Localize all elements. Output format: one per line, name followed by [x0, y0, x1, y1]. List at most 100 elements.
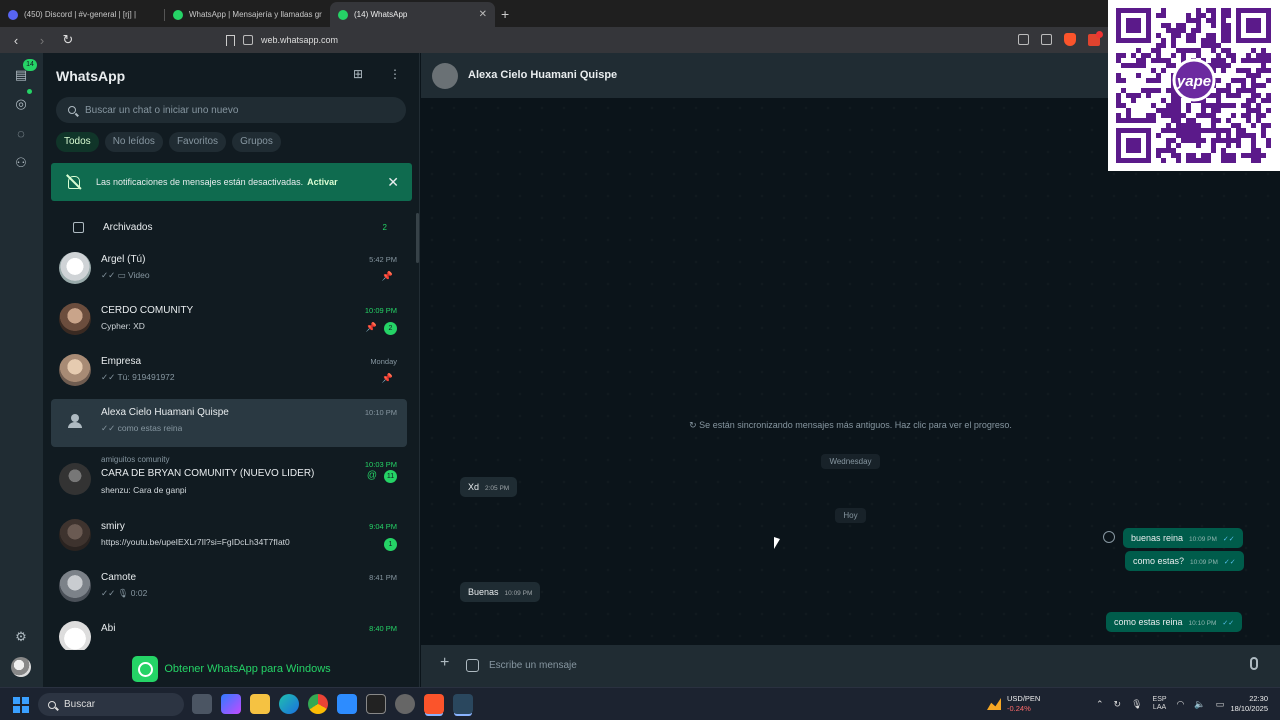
- volume-icon[interactable]: 🔈: [1194, 699, 1205, 710]
- chat-row-selected[interactable]: Alexa Cielo Huamani Quispe ✓✓ como estas…: [51, 399, 407, 447]
- chat-name: Argel (Tú): [101, 254, 146, 265]
- avatar: [59, 405, 91, 437]
- chat-row[interactable]: Empresa ✓✓ Tú: 919491972 Monday 📌: [51, 348, 407, 396]
- qr-module: [1126, 93, 1131, 98]
- reload-icon[interactable]: ↻: [60, 32, 76, 48]
- filter-unread[interactable]: No leídos: [104, 132, 163, 152]
- search-input[interactable]: Buscar un chat o iniciar uno nuevo: [56, 97, 406, 123]
- brave-browser-icon[interactable]: [424, 694, 444, 714]
- message-outgoing[interactable]: como estas reina 10:10 PM ✓✓: [1106, 612, 1243, 632]
- menu-icon[interactable]: ⋮: [389, 67, 401, 81]
- share-icon[interactable]: [1041, 34, 1052, 45]
- message-input[interactable]: Escribe un mensaje: [489, 656, 1249, 676]
- status-icon[interactable]: ◎: [13, 96, 29, 112]
- copilot-icon[interactable]: [221, 694, 241, 714]
- contact-avatar[interactable]: [432, 63, 458, 89]
- show-hidden-icons-icon[interactable]: ⌃: [1096, 699, 1104, 710]
- qr-module: [1246, 108, 1251, 113]
- message-outgoing[interactable]: buenas reina 10:09 PM ✓✓: [1123, 528, 1243, 548]
- sticker-icon[interactable]: [466, 659, 479, 672]
- file-explorer-icon[interactable]: [250, 694, 270, 714]
- settings-icon[interactable]: ⚙: [13, 629, 29, 645]
- terminal-icon[interactable]: [366, 694, 386, 714]
- microphone-icon[interactable]: [1250, 657, 1258, 670]
- profile-avatar[interactable]: [11, 657, 31, 677]
- chat-name: Alexa Cielo Huamani Quispe: [101, 407, 229, 418]
- system-tray: ⌃ ↻ 🎙 ESP LAA ◠ 🔈 ▭: [1096, 696, 1224, 712]
- task-view-icon[interactable]: [192, 694, 212, 714]
- qr-module: [1171, 153, 1176, 158]
- taskbar-search[interactable]: Buscar: [38, 693, 184, 716]
- emoji-reaction-icon[interactable]: [1103, 531, 1115, 543]
- qr-module: [1176, 28, 1181, 33]
- qr-module: [1141, 118, 1146, 123]
- currency-widget[interactable]: USD/PEN -0.24%: [987, 694, 1040, 714]
- brave-rewards-icon[interactable]: [1088, 30, 1103, 46]
- attach-icon[interactable]: +: [440, 654, 449, 672]
- close-icon[interactable]: ✕: [387, 174, 399, 191]
- new-chat-icon[interactable]: ⊞: [353, 67, 363, 81]
- tab-whatsapp-web[interactable]: (14) WhatsApp ✕: [330, 2, 495, 27]
- settings-app-icon[interactable]: [395, 694, 415, 714]
- qr-module: [1231, 53, 1236, 58]
- address-bar[interactable]: web.whatsapp.com: [226, 34, 338, 46]
- filter-all[interactable]: Todos: [56, 132, 99, 152]
- message-incoming[interactable]: Buenas 10:09 PM: [460, 582, 541, 602]
- qr-module: [1151, 88, 1156, 93]
- chat-row[interactable]: amiguitos comunity CARA DE BRYAN COMUNIT…: [51, 451, 407, 507]
- message-incoming[interactable]: Xd 2:05 PM: [460, 477, 518, 497]
- contact-name[interactable]: Alexa Cielo Huamani Quispe: [468, 69, 617, 81]
- get-app-label[interactable]: Obtener WhatsApp para Windows: [164, 663, 330, 675]
- archived-row[interactable]: Archivados 2: [43, 213, 419, 241]
- battery-icon[interactable]: ▭: [1216, 699, 1225, 710]
- bookmark-icon[interactable]: [226, 34, 235, 46]
- forward-icon[interactable]: ›: [34, 33, 50, 48]
- site-info-icon[interactable]: [243, 35, 253, 45]
- qr-module: [1196, 18, 1201, 23]
- qr-module: [1206, 158, 1211, 163]
- tab-close-icon[interactable]: ✕: [479, 9, 487, 20]
- communities-icon[interactable]: ⚇: [13, 155, 29, 171]
- chat-name: Camote: [101, 572, 137, 583]
- qr-module: [1226, 33, 1231, 38]
- sync-icon[interactable]: ↻: [1114, 699, 1122, 710]
- qr-module: [1236, 88, 1241, 93]
- filter-favorites[interactable]: Favoritos: [168, 132, 227, 152]
- qr-module: [1156, 133, 1161, 138]
- wifi-icon[interactable]: ◠: [1177, 699, 1185, 710]
- chrome-icon[interactable]: [308, 694, 328, 714]
- search-placeholder[interactable]: Buscar un chat o iniciar uno nuevo: [85, 105, 238, 116]
- sync-notice[interactable]: ↻ Se están sincronizando mensajes más an…: [421, 420, 1280, 431]
- new-tab-button[interactable]: +: [495, 6, 515, 27]
- qr-module: [1231, 58, 1236, 63]
- chat-row[interactable]: Camote ✓✓ 🎙 0:02 8:41 PM: [51, 564, 407, 612]
- back-icon[interactable]: ‹: [8, 33, 24, 48]
- qr-module: [1166, 28, 1171, 33]
- microphone-tray-icon[interactable]: 🎙: [1131, 699, 1142, 710]
- chat-time: 9:04 PM: [369, 522, 397, 531]
- qr-module: [1191, 128, 1196, 133]
- qr-module: [1176, 158, 1181, 163]
- activate-notifications-link[interactable]: Activar: [307, 177, 338, 187]
- filter-groups[interactable]: Grupos: [232, 132, 281, 152]
- cast-icon[interactable]: [1018, 34, 1029, 45]
- windows-start-icon[interactable]: [13, 697, 29, 713]
- get-desktop-app-banner[interactable]: Obtener WhatsApp para Windows: [43, 650, 419, 687]
- tab-whatsapp-landing[interactable]: WhatsApp | Mensajería y llamadas gr: [165, 2, 330, 27]
- chat-row[interactable]: smiry https://youtu.be/upeIEXLr7Il?si=Fg…: [51, 513, 407, 561]
- input-language[interactable]: ESP LAA: [1153, 696, 1167, 712]
- url-text[interactable]: web.whatsapp.com: [261, 35, 338, 45]
- edge-icon[interactable]: [279, 694, 299, 714]
- qr-module: [1211, 143, 1216, 148]
- tab-discord[interactable]: (450) Discord | #v-general | [rj] |: [0, 2, 165, 27]
- chat-row[interactable]: CERDO COMUNITY Cypher: XD 10:09 PM 📌 2: [51, 297, 407, 345]
- chat-row[interactable]: Argel (Tú) ✓✓ ▭ Video 5:42 PM 📌: [51, 246, 407, 294]
- qr-module: [1261, 128, 1266, 133]
- message-outgoing[interactable]: como estas? 10:09 PM ✓✓: [1125, 551, 1244, 571]
- steam-icon[interactable]: [453, 694, 473, 714]
- chat-list-scrollbar[interactable]: [416, 213, 419, 263]
- brave-shield-icon[interactable]: [1064, 33, 1076, 46]
- channels-icon[interactable]: ◌: [13, 126, 29, 142]
- system-clock[interactable]: 22:30 18/10/2025: [1230, 694, 1268, 714]
- zoom-icon[interactable]: [337, 694, 357, 714]
